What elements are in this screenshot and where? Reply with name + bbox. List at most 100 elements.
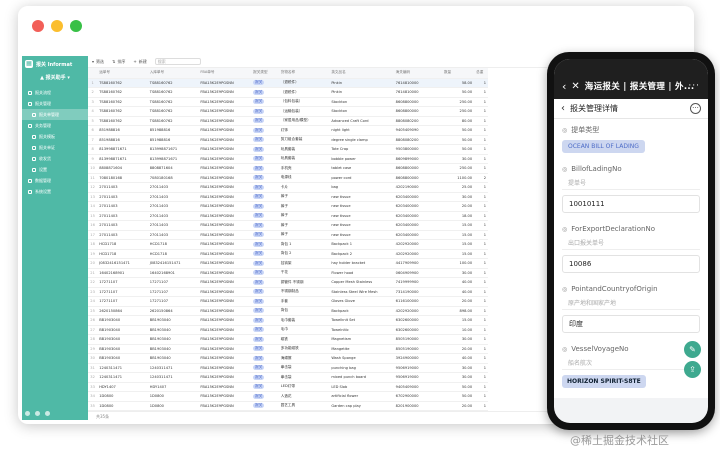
table-row[interactable]: 15 27011403 27011403 FBA15K2E9PGSNN 报关 裤子 new … — [88, 211, 488, 221]
app-logo[interactable]: ▦ 报关 Informat — [22, 56, 88, 72]
chevron-left-icon[interactable]: ‹ — [562, 81, 566, 92]
status-badge: 报关 — [253, 137, 265, 143]
table-row[interactable]: 33 HDY1407 HDY1407 FBA15K2E9PGSNN 报关 LED灯带 LED… — [88, 382, 488, 392]
close-icon[interactable]: ✕ — [571, 81, 579, 92]
sidebar-item[interactable]: 系统设置 — [22, 186, 88, 197]
field-input[interactable]: 10086 — [562, 255, 700, 273]
filter-button[interactable]: ▾ 筛选 — [92, 59, 104, 65]
table-row[interactable]: 21 16402168901 16402168901 FBA15K2E9PGSNN 报关… — [88, 268, 488, 278]
table-row[interactable]: 30 BB1903040 BB1903040 FBA15K2E9PGSNN 报关 海绵擦 W… — [88, 353, 488, 364]
table-row[interactable]: 20 J0832416151471 J0832416151471 FBA15K2E9P… — [88, 258, 488, 269]
column-header[interactable]: 英文品名 — [329, 68, 394, 79]
table-cell: 27011403 — [97, 182, 148, 193]
maximize-window-button[interactable] — [70, 20, 82, 32]
table-row[interactable]: 24 17271107 17271107 FBA15K2E9PGSNN 报关 手套 Glov… — [88, 296, 488, 307]
table-cell: 1 — [474, 391, 488, 402]
table-row[interactable]: 11 7080180168 7080180168 FBA15K2E9PGSNN 报关 电源… — [88, 173, 488, 183]
field-placeholder[interactable]: 船名航次 — [562, 358, 700, 370]
avatar[interactable] — [25, 411, 30, 416]
table-row[interactable]: 19 HCD1718 HCD1718 FBA15K2E9PGSNN 报关 背包 2 Back… — [88, 249, 488, 259]
more-icon[interactable]: ··· — [688, 81, 700, 91]
table-row[interactable]: 9 813998871671 813998871671 FBA15K2E9PGSNN 报… — [88, 154, 488, 164]
table-row[interactable]: 23 17271107 17271107 FBA15K2E9PGSNN 报关 不锈钢制品 S… — [88, 287, 488, 297]
column-header[interactable]: 入库单号 — [147, 68, 199, 79]
table-cell: 电源线 — [278, 173, 330, 183]
table-row[interactable]: 25 2620150864 2620150864 FBA15K2E9PGSNN 报关 背包… — [88, 306, 488, 316]
table-cell: FBA15K2E9PGSNN — [198, 353, 252, 364]
column-header[interactable]: FBA单号 — [198, 68, 252, 79]
minimize-window-button[interactable] — [51, 20, 63, 32]
field-input[interactable]: 10010111 — [562, 195, 700, 213]
share-fab-button[interactable]: ⇪ — [684, 361, 701, 378]
table-row[interactable]: 6 851988816 851988816 FBA15K2E9PGSNN 报关 灯饰 nig… — [88, 125, 488, 136]
notification-icon[interactable] — [35, 411, 40, 416]
table-row[interactable]: 28 BB1903040 BB1903040 FBA15K2E9PGSNN 报关 磁铁 Ma… — [88, 334, 488, 345]
table-row[interactable]: 4 TS88160762 TS88160762 FBA15K2E9PGSNN 报关 （运输… — [88, 106, 488, 117]
sort-button[interactable]: ⇅ 排序 — [112, 59, 125, 65]
table-cell: 29 — [88, 344, 98, 354]
add-button[interactable]: + 新建 — [133, 59, 146, 65]
table-row[interactable]: 18 HCD1718 HCD1718 FBA15K2E9PGSNN 报关 背包 1 Back… — [88, 239, 488, 250]
table-row[interactable]: 13 27011403 27011403 FBA15K2E9PGSNN 报关 裤子 new … — [88, 192, 488, 202]
table-row[interactable]: 14 27011403 27011403 FBA15K2E9PGSNN 报关 裤子 new … — [88, 201, 488, 212]
column-header[interactable]: 海关编码 — [393, 68, 442, 79]
column-header[interactable] — [88, 68, 98, 79]
search-input[interactable]: 搜索 — [154, 58, 201, 65]
table-row[interactable]: 1 TS88160762 TS88160762 FBA15K2E9PGSNN 报关 （退税… — [88, 78, 488, 88]
field-placeholder[interactable]: 原产地和国家产地 — [562, 298, 700, 310]
table-row[interactable]: 35 1D0800 1D0800 FBA15K2E9PGSNN 报关 园艺工具 Garden… — [88, 401, 488, 411]
column-header[interactable]: 总重 — [474, 68, 488, 79]
sidebar-item[interactable]: 关务管理 — [22, 120, 88, 131]
table-row[interactable]: 26 BB1903040 BB1903040 FBA15K2E9PGSNN 报关 毛巾套装… — [88, 315, 488, 326]
field-placeholder[interactable]: 提单号 — [562, 178, 700, 190]
sidebar-item[interactable]: 数据管理 — [22, 175, 88, 186]
vessel-chip[interactable]: HORIZON SPIRIT-S8TE — [562, 375, 646, 388]
table-row[interactable]: 10 8808871604 8808871604 FBA15K2E9PGSNN 报关 手机… — [88, 163, 488, 174]
bill-type-chip[interactable]: OCEAN BILL OF LADING — [562, 140, 645, 153]
field-input[interactable]: 印度 — [562, 315, 700, 333]
table-row[interactable]: 22 17271107 17271107 FBA15K2E9PGSNN 报关 铜管件 不锈… — [88, 277, 488, 288]
column-header[interactable]: 货物名称 — [278, 68, 330, 79]
table-row[interactable]: 5 TS88160762 TS88160762 FBA15K2E9PGSNN 报关 （家居… — [88, 116, 488, 126]
back-icon[interactable]: ‹ — [561, 103, 565, 114]
table-cell: 1D0800 — [97, 391, 148, 402]
form-field-label: ◎ ForExportDeclarationNo — [562, 225, 700, 233]
column-header[interactable]: 报关类型 — [251, 68, 279, 79]
table-row[interactable]: 31 1240311471 1240311471 FBA15K2E9PGSNN 报关 拳击… — [88, 363, 488, 373]
table-cell: 7 — [88, 135, 98, 145]
table-row[interactable]: 17 27011403 27011403 FBA15K2E9PGSNN 报关 裤子 new … — [88, 230, 488, 240]
sidebar-item[interactable]: 收发货 — [22, 153, 88, 164]
table-row[interactable]: 32 1240311471 1240311471 FBA15K2E9PGSNN 报关 拳击… — [88, 372, 488, 383]
sidebar-item[interactable]: 报关单管理 — [22, 109, 88, 120]
sidebar-item[interactable]: 报关模板 — [22, 131, 88, 142]
sidebar-item[interactable]: 报关流程 — [22, 87, 88, 98]
close-window-button[interactable] — [32, 20, 44, 32]
table-row[interactable]: 27 BB1903040 BB1903040 FBA15K2E9PGSNN 报关 毛巾 To… — [88, 325, 488, 335]
column-header[interactable]: 运单号 — [97, 68, 148, 79]
help-icon[interactable] — [45, 411, 50, 416]
table-row[interactable]: 34 1D0800 1D0800 FBA15K2E9PGSNN 报关 人造花 artific… — [88, 391, 488, 402]
column-header[interactable]: 数量 — [441, 68, 475, 79]
table-row[interactable]: 16 27011403 27011403 FBA15K2E9PGSNN 报关 裤子 new … — [88, 220, 488, 231]
table-cell: 报关 — [251, 239, 279, 250]
sidebar-item[interactable]: 设置 — [22, 164, 88, 175]
table-row[interactable]: 8 813998871671 813998871671 FBA15K2E9PGSNN 报… — [88, 144, 488, 155]
table-cell: 17271107 — [147, 287, 199, 297]
table-row[interactable]: 7 851988816 851988816 FBA15K2E9PGSNN 报关 剪刀组合套… — [88, 135, 488, 145]
table-row[interactable]: 29 BB1903040 BB1903040 FBA15K2E9PGSNN 报关 多功能磁… — [88, 344, 488, 354]
table-cell: 1 — [474, 125, 488, 136]
table-row[interactable]: 12 27011403 27011403 FBA15K2E9PGSNN 报关 卡片 bag 4… — [88, 182, 488, 193]
more-options-icon[interactable]: ··· — [690, 103, 701, 114]
edit-fab-button[interactable]: ✎ — [684, 341, 701, 358]
table-cell: power cord — [329, 173, 394, 183]
detail-form: ◎ 提单类型 OCEAN BILL OF LADING ◎ BillofLadingNo… — [554, 119, 708, 398]
table-cell: FBA15K2E9PGSNN — [198, 163, 252, 174]
workspace-name[interactable]: ▲ 报关助手 ▾ — [22, 74, 88, 81]
field-placeholder[interactable]: 出口报关单号 — [562, 238, 700, 250]
table-row[interactable]: 2 TS88160762 TS88160762 FBA15K2E9PGSNN 报关 （退税… — [88, 87, 488, 98]
sidebar-item[interactable]: 报关单证 — [22, 142, 88, 153]
table-cell: 干花 — [278, 268, 330, 278]
status-badge: 报关 — [253, 374, 265, 380]
table-row[interactable]: 3 TS88160762 TS88160762 FBA15K2E9PGSNN 报关 （包料… — [88, 97, 488, 107]
sidebar-item[interactable]: 报关管理 — [22, 98, 88, 109]
